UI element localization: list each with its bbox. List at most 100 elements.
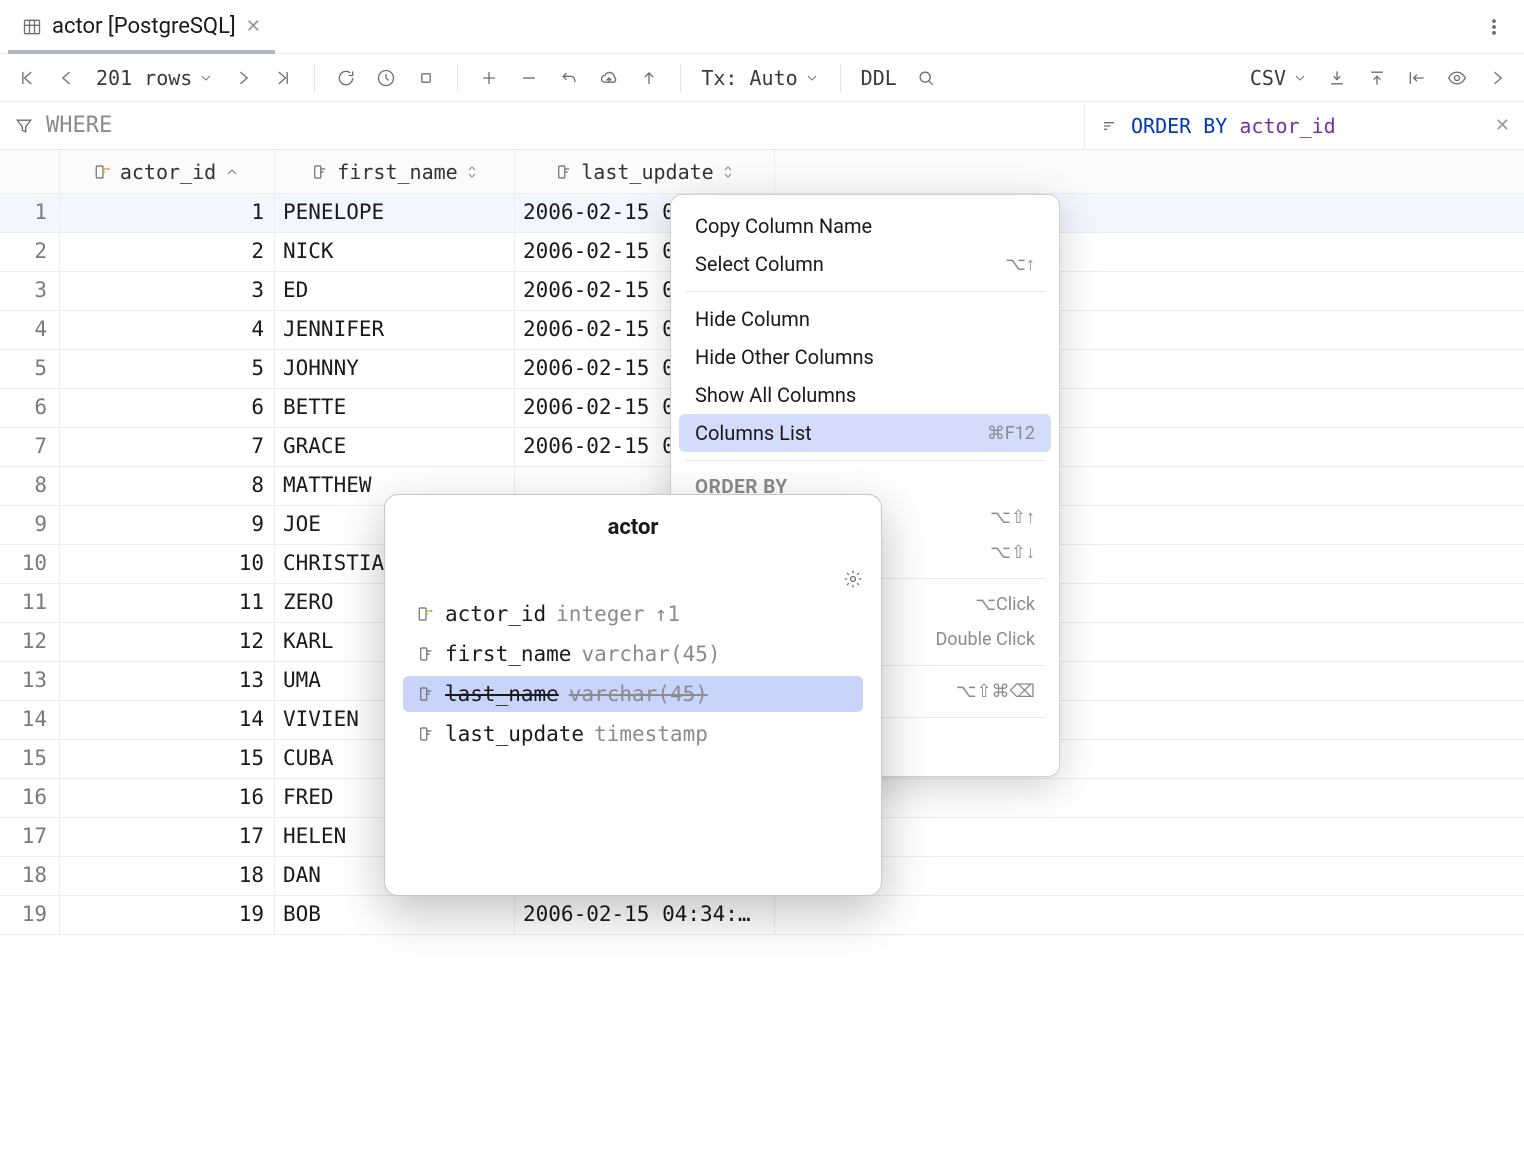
ctx-hide-other-columns[interactable]: Hide Other Columns (679, 338, 1051, 376)
column-icon (417, 725, 435, 743)
editor-tab-actor[interactable]: actor [PostgreSQL] ✕ (8, 0, 275, 53)
sort-icon (1099, 116, 1119, 136)
table-row[interactable]: 1919BOB2006-02-15 04:34:… (0, 896, 1524, 935)
ctx-hide-column[interactable]: Hide Column (679, 300, 1051, 338)
last-page-button[interactable] (266, 61, 300, 95)
toolbar-separator (840, 64, 841, 92)
column-header-first-name[interactable]: first_name (275, 150, 515, 193)
row-number: 5 (0, 350, 60, 388)
column-type: varchar(45) (569, 682, 708, 706)
cell-actor-id[interactable]: 18 (60, 857, 275, 895)
cell-actor-id[interactable]: 6 (60, 389, 275, 427)
row-number: 14 (0, 701, 60, 739)
cell-first-name[interactable]: JENNIFER (275, 311, 515, 349)
upload-button[interactable] (1360, 61, 1394, 95)
column-name: first_name (445, 642, 571, 666)
cell-actor-id[interactable]: 13 (60, 662, 275, 700)
reload-button[interactable] (329, 61, 363, 95)
active-tab-indicator (8, 50, 275, 54)
ctx-select-column[interactable]: Select Column⌥↑ (679, 245, 1051, 283)
more-tabs-button[interactable] (1472, 9, 1516, 45)
cell-actor-id[interactable]: 11 (60, 584, 275, 622)
delete-row-button[interactable] (512, 61, 546, 95)
toolbar-separator (314, 64, 315, 92)
cell-first-name[interactable]: JOHNNY (275, 350, 515, 388)
cell-first-name[interactable]: ED (275, 272, 515, 310)
sort-none-icon (722, 165, 734, 179)
history-button[interactable] (369, 61, 403, 95)
stop-button[interactable] (409, 61, 443, 95)
ctx-copy-column-name[interactable]: Copy Column Name (679, 207, 1051, 245)
order-by-text: ORDER BY actor_id (1131, 114, 1336, 138)
cell-first-name[interactable]: PENELOPE (275, 194, 515, 232)
row-number: 17 (0, 818, 60, 856)
cell-actor-id[interactable]: 16 (60, 779, 275, 817)
row-number: 9 (0, 506, 60, 544)
columns-popup-item[interactable]: last_name varchar(45) (403, 676, 863, 712)
cell-actor-id[interactable]: 10 (60, 545, 275, 583)
cell-actor-id[interactable]: 15 (60, 740, 275, 778)
columns-popup-item[interactable]: first_name varchar(45) (403, 636, 863, 672)
row-count-dropdown[interactable]: 201 rows (90, 61, 220, 95)
cell-actor-id[interactable]: 19 (60, 896, 275, 934)
next-page-button[interactable] (226, 61, 260, 95)
column-icon (417, 645, 435, 663)
revert-button[interactable] (552, 61, 586, 95)
filter-bar: WHERE ORDER BY actor_id ✕ (0, 102, 1524, 150)
tx-label: Tx: Auto (701, 66, 797, 90)
search-button[interactable] (909, 61, 943, 95)
first-page-button[interactable] (10, 61, 44, 95)
row-number-header (0, 150, 60, 193)
prev-page-button[interactable] (50, 61, 84, 95)
row-number: 2 (0, 233, 60, 271)
menu-separator (685, 460, 1045, 461)
transaction-mode-dropdown[interactable]: Tx: Auto (695, 61, 825, 95)
row-number: 12 (0, 623, 60, 661)
row-count-label: 201 rows (96, 66, 192, 90)
row-number: 10 (0, 545, 60, 583)
columns-popup-item[interactable]: actor_id integer ↑1 (403, 596, 863, 632)
view-mode-button[interactable] (1440, 61, 1474, 95)
cell-actor-id[interactable]: 8 (60, 467, 275, 505)
cell-actor-id[interactable]: 4 (60, 311, 275, 349)
order-by-filter[interactable]: ORDER BY actor_id ✕ (1084, 102, 1524, 149)
cell-last-update[interactable]: 2006-02-15 04:34:… (515, 896, 775, 934)
cell-actor-id[interactable]: 14 (60, 701, 275, 739)
column-name: actor_id (445, 602, 546, 626)
expand-button[interactable] (1480, 61, 1514, 95)
cell-actor-id[interactable]: 3 (60, 272, 275, 310)
cell-actor-id[interactable]: 7 (60, 428, 275, 466)
submit-to-cloud-button[interactable] (592, 61, 626, 95)
close-tab-icon[interactable]: ✕ (246, 16, 261, 37)
cell-actor-id[interactable]: 12 (60, 623, 275, 661)
cell-actor-id[interactable]: 2 (60, 233, 275, 271)
download-button[interactable] (1320, 61, 1354, 95)
ddl-button[interactable]: DDL (855, 61, 903, 95)
cell-actor-id[interactable]: 9 (60, 506, 275, 544)
cell-actor-id[interactable]: 17 (60, 818, 275, 856)
cell-first-name[interactable]: BETTE (275, 389, 515, 427)
table-icon (22, 17, 42, 37)
column-icon (555, 163, 573, 181)
cell-first-name[interactable]: BOB (275, 896, 515, 934)
submit-button[interactable] (632, 61, 666, 95)
column-header-last-update[interactable]: last_update (515, 150, 775, 193)
cell-first-name[interactable]: GRACE (275, 428, 515, 466)
menu-separator (685, 291, 1045, 292)
ctx-columns-list[interactable]: Columns List⌘F12 (679, 414, 1051, 452)
import-button[interactable] (1400, 61, 1434, 95)
add-row-button[interactable] (472, 61, 506, 95)
ctx-show-all-columns[interactable]: Show All Columns (679, 376, 1051, 414)
column-header-actor-id[interactable]: actor_id (60, 150, 275, 193)
cell-actor-id[interactable]: 5 (60, 350, 275, 388)
columns-popup-item[interactable]: last_update timestamp (403, 716, 863, 752)
where-filter[interactable]: WHERE (0, 102, 1084, 149)
column-name: last_update (445, 722, 584, 746)
export-format-dropdown[interactable]: CSV (1244, 61, 1314, 95)
toolbar-separator (457, 64, 458, 92)
cell-actor-id[interactable]: 1 (60, 194, 275, 232)
row-number: 19 (0, 896, 60, 934)
clear-order-icon[interactable]: ✕ (1495, 115, 1510, 136)
cell-first-name[interactable]: NICK (275, 233, 515, 271)
columns-popup-settings-button[interactable] (843, 569, 863, 589)
